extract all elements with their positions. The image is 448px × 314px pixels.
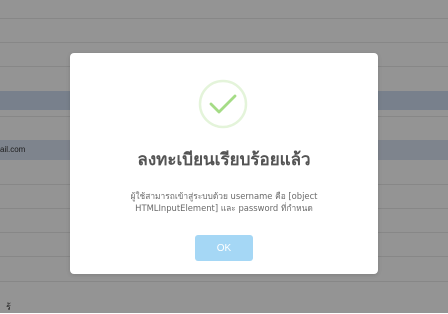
dialog-title: ลงทะเบียนเรียบร้อยแล้ว — [137, 150, 311, 170]
success-check-icon — [198, 79, 248, 129]
ok-button[interactable]: OK — [195, 235, 253, 261]
success-dialog: ลงทะเบียนเรียบร้อยแล้ว ผู้ใช้สามารถเข้าส… — [70, 53, 378, 274]
dialog-message: ผู้ใช้สามารถเข้าสู่ระบบด้วย username คือ… — [130, 191, 318, 213]
